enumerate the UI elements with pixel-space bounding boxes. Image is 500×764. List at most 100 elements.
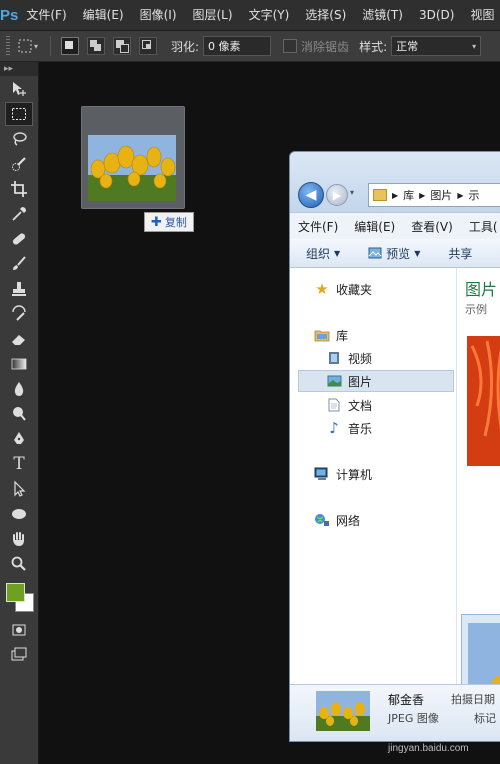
menu-view[interactable]: 视图 [462, 0, 500, 30]
preview-label: 预览 [386, 246, 411, 261]
antialias-checkbox[interactable] [283, 39, 298, 53]
stamp-icon[interactable] [5, 277, 33, 301]
forward-arrow-icon[interactable]: ▶ [326, 184, 348, 206]
nav-item-computer[interactable]: 计算机 [290, 463, 456, 485]
nav-item-network[interactable]: 网络 [290, 509, 456, 531]
crop-icon[interactable] [5, 177, 33, 201]
quick-select-icon[interactable] [5, 152, 33, 176]
menu-tools[interactable]: 工具( [461, 218, 500, 235]
content-pane: 图片 示例 [457, 268, 500, 741]
subtract-selection-button[interactable] [113, 37, 131, 55]
menu-filter[interactable]: 滤镜(T) [354, 0, 411, 30]
options-bar: ▾ 羽化: 消除锯齿 样式: 正常 ▾ [0, 31, 500, 62]
chrysanthemum-thumbnail-image[interactable] [467, 336, 500, 466]
breadcrumb-sample[interactable]: 示 [468, 187, 479, 203]
foreground-color-swatch[interactable] [6, 583, 25, 602]
breadcrumb-library[interactable]: 库 [403, 187, 414, 203]
nav-item-libraries[interactable]: 库 [290, 324, 456, 346]
lasso-icon[interactable] [5, 127, 33, 151]
menu-select[interactable]: 选择(S) [297, 0, 354, 30]
nav-item-videos[interactable]: 视频 [290, 347, 456, 369]
menu-3d[interactable]: 3D(D) [411, 0, 462, 30]
menu-edit[interactable]: 编辑(E) [75, 0, 132, 30]
menu-file[interactable]: 文件(F) [18, 0, 74, 30]
eyedropper-icon[interactable] [5, 202, 33, 226]
type-icon[interactable]: T [5, 452, 33, 476]
nav-item-pictures[interactable]: 图片 [298, 370, 454, 392]
eraser-icon[interactable] [5, 327, 33, 351]
toolbox-collapse-icon[interactable]: ▸▸ [0, 62, 38, 76]
explorer-window: ◀ ▶ ▾ ▶ 库 ▶ 图片 ▶ 示 文件(F) 编辑(E) 查看(V) 工具(… [289, 151, 500, 742]
menu-layer[interactable]: 图层(L) [185, 0, 241, 30]
style-label: 样式: [359, 39, 388, 54]
chevron-right-icon: ▶ [392, 190, 399, 200]
marquee-preset-icon[interactable]: ▾ [18, 36, 44, 56]
file-type: JPEG 图像 [388, 712, 439, 725]
nav-item-favorites[interactable]: ★ 收藏夹 [290, 278, 456, 300]
marquee-icon[interactable] [5, 102, 33, 126]
nav-item-documents[interactable]: 文档 [290, 394, 456, 416]
hand-icon[interactable] [5, 527, 33, 551]
film-icon [326, 350, 342, 366]
date-taken-label: 拍摄日期 [451, 693, 495, 706]
computer-icon [314, 466, 330, 482]
chevron-down-icon: ▼ [414, 248, 421, 258]
nav-label: 计算机 [336, 467, 373, 482]
zoom-icon[interactable] [5, 552, 33, 576]
tags-label: 标记 [474, 712, 496, 725]
address-bar[interactable]: ▶ 库 ▶ 图片 ▶ 示 [368, 183, 500, 207]
drag-preview[interactable] [81, 106, 185, 209]
gradient-icon[interactable] [5, 352, 33, 376]
add-selection-button[interactable] [87, 37, 105, 55]
music-note-icon: ♪ [329, 419, 339, 437]
menu-view[interactable]: 查看(V) [403, 218, 461, 235]
menu-image[interactable]: 图像(I) [132, 0, 185, 30]
star-icon: ★ [315, 280, 329, 298]
explorer-command-bar: 组织 ▼ 预览 ▼ 共享 [290, 239, 500, 268]
share-button[interactable]: 共享 [432, 245, 484, 262]
network-icon [314, 512, 330, 528]
antialias-label: 消除锯齿 [301, 39, 350, 54]
history-brush-icon[interactable] [5, 302, 33, 326]
plus-icon: ✚ [151, 214, 162, 230]
menu-file[interactable]: 文件(F) [290, 218, 346, 235]
watermark: jingyan.baidu.com [388, 743, 469, 754]
style-value: 正常 [396, 40, 419, 53]
screen-mode-icon[interactable] [5, 643, 33, 667]
feather-input[interactable] [203, 36, 272, 56]
brush-icon[interactable] [5, 252, 33, 276]
file-name: 郁金香 [388, 693, 425, 707]
tulip-thumbnail-image [88, 135, 176, 201]
intersect-selection-button[interactable] [139, 37, 157, 55]
back-arrow-icon[interactable]: ◀ [298, 182, 324, 208]
history-dropdown-icon[interactable]: ▾ [350, 188, 354, 197]
healing-brush-icon[interactable] [5, 227, 33, 251]
explorer-address-row: ◀ ▶ ▾ ▶ 库 ▶ 图片 ▶ 示 [290, 152, 500, 212]
pictures-icon [326, 373, 342, 389]
pen-icon[interactable] [5, 427, 33, 451]
navigation-pane: ★ 收藏夹 库 视频 图片 文档 ♪ 音乐 计算机 网络 [290, 268, 457, 684]
quick-mask-icon[interactable] [5, 618, 33, 642]
photoshop-logo: Ps [0, 6, 19, 24]
chevron-right-icon: ▶ [457, 190, 464, 200]
menu-edit[interactable]: 编辑(E) [346, 218, 403, 235]
path-select-icon[interactable] [5, 477, 33, 501]
new-selection-button[interactable] [61, 37, 79, 55]
share-label: 共享 [448, 246, 473, 261]
nav-item-music[interactable]: ♪ 音乐 [290, 417, 456, 439]
options-grip[interactable] [6, 36, 10, 56]
ellipse-icon[interactable] [5, 502, 33, 526]
dodge-icon[interactable] [5, 402, 33, 426]
chevron-down-icon: ▾ [472, 41, 477, 51]
library-folder-icon [314, 327, 330, 343]
preview-button[interactable]: 预览 ▼ [352, 245, 432, 262]
organize-button[interactable]: 组织 ▼ [290, 245, 352, 262]
menu-type[interactable]: 文字(Y) [241, 0, 298, 30]
move-icon[interactable] [5, 77, 33, 101]
blur-icon[interactable] [5, 377, 33, 401]
document-icon [326, 397, 342, 413]
color-swatches [0, 577, 38, 617]
style-select[interactable]: 正常 ▾ [391, 36, 482, 56]
breadcrumb-pictures[interactable]: 图片 [430, 187, 452, 203]
nav-label: 视频 [348, 351, 373, 366]
